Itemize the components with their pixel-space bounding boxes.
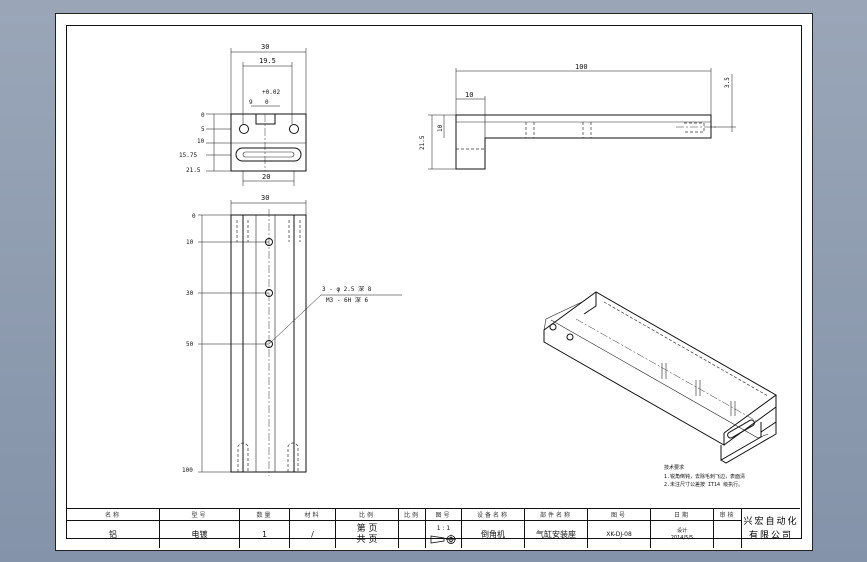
tb-header-equipment: 设备名称: [462, 509, 525, 521]
tb-header-model: 型号: [160, 509, 240, 521]
dim-front-left-10: 10: [197, 138, 205, 145]
tb-scale: 1 : 1: [436, 525, 451, 532]
tb-date-cell: 设计 2014/5/5: [651, 521, 714, 548]
tb-value-ratio2: [399, 521, 426, 548]
projection-symbol-icon: [430, 534, 456, 544]
dim-side-10-v: 10: [437, 124, 444, 132]
dim-front-0: 0: [265, 99, 269, 106]
tb-header-ratio: 比例: [336, 509, 399, 521]
side-view: 100 10 21.5 10 3.5: [419, 63, 736, 170]
tb-header-qty: 数量: [240, 509, 290, 521]
cad-viewport: 30 19.5 +0.02 9 0 0 5 10 15.75 21.5 20 1…: [0, 0, 867, 562]
tb-value-qty: 1: [240, 521, 290, 548]
dim-front-left-5: 5: [201, 126, 205, 133]
dim-side-100: 100: [575, 63, 588, 71]
dim-front-19-5: 19.5: [259, 57, 276, 65]
tb-header-ratio2: 比例: [399, 509, 426, 521]
technical-notes: 技术要求 1.锐角倒钝，去除毛刺飞边，表面清 2.未注尺寸公差按 IT14 级执…: [664, 464, 745, 488]
dim-front-20: 20: [262, 173, 270, 181]
dim-top-left-10: 10: [186, 239, 194, 246]
notes-line-2: 2.未注尺寸公差按 IT14 级执行。: [664, 481, 743, 488]
tb-page-total: 共 页: [356, 534, 378, 545]
title-block: 名称 型号 数量 材料 比例 比例 图号 设备名称 部件名称 图号 日期 审核 …: [67, 508, 800, 548]
hole-note-1: 3 - φ 2.5 深 8: [322, 285, 372, 293]
tb-value-model: 电镀: [160, 521, 240, 548]
dim-side-21-5: 21.5: [419, 135, 426, 150]
hole-note-2: M3 - 6H 深 6: [326, 296, 369, 304]
drawing-canvas: 30 19.5 +0.02 9 0 0 5 10 15.75 21.5 20 1…: [179, 43, 777, 488]
dim-top-left-50: 50: [186, 341, 194, 348]
dim-top-left-100: 100: [182, 467, 193, 474]
dim-front-left-15-75: 15.75: [179, 152, 197, 159]
tb-header-drawing-no: 图号: [426, 509, 462, 521]
tb-company-line-2: 有限公司: [748, 530, 793, 541]
dim-front-9: 9: [249, 99, 253, 106]
notes-title: 技术要求: [664, 464, 684, 471]
tb-header-review: 审核: [714, 509, 742, 521]
tb-value-review: [714, 521, 742, 548]
tb-scale-cell: 1 : 1: [426, 521, 462, 548]
tb-value-equipment: 倒角机: [462, 521, 525, 548]
tb-header-material: 材料: [290, 509, 336, 521]
tb-page-current: 第 页: [356, 523, 378, 534]
tb-value-drawing-no: XK-DJ-08: [588, 521, 651, 548]
dim-side-3-5: 3.5: [724, 77, 731, 88]
dim-front-left-21-5: 21.5: [186, 167, 201, 174]
tb-header-name: 名称: [67, 509, 160, 521]
dim-front-tol: +0.02: [262, 89, 280, 96]
tb-header-drawing-no2: 图号: [588, 509, 651, 521]
tb-value-name: 铝: [67, 521, 160, 548]
tb-company: 兴宏自动化 有限公司: [742, 509, 800, 548]
tb-value-part: 气缸安装座: [525, 521, 588, 548]
top-view: 30 0 10 30 50 100 3 - φ 2.5 深 8 M3 - 6H …: [182, 194, 402, 476]
tb-company-line-1: 兴宏自动化: [743, 516, 799, 527]
dim-top-left-0: 0: [192, 213, 196, 220]
tb-date-value: 2014/5/5: [670, 534, 694, 541]
tb-header-part: 部件名称: [525, 509, 588, 521]
tb-value-material: /: [290, 521, 336, 548]
tb-header-date: 日期: [651, 509, 714, 521]
tb-page-info: 第 页 共 页: [336, 521, 399, 548]
notes-line-1: 1.锐角倒钝，去除毛刺飞边，表面清: [664, 473, 745, 480]
dim-side-10: 10: [465, 91, 473, 99]
isometric-view: [543, 291, 777, 464]
dim-front-30: 30: [261, 43, 269, 51]
front-view: 30 19.5 +0.02 9 0 0 5 10 15.75 21.5 20: [179, 43, 307, 186]
dim-top-30: 30: [261, 194, 269, 202]
dim-top-left-30: 30: [186, 290, 194, 297]
tb-date-label: 设计: [676, 527, 687, 534]
drawing-sheet: 30 19.5 +0.02 9 0 0 5 10 15.75 21.5 20 1…: [55, 13, 813, 551]
dim-front-left-0: 0: [201, 112, 205, 119]
